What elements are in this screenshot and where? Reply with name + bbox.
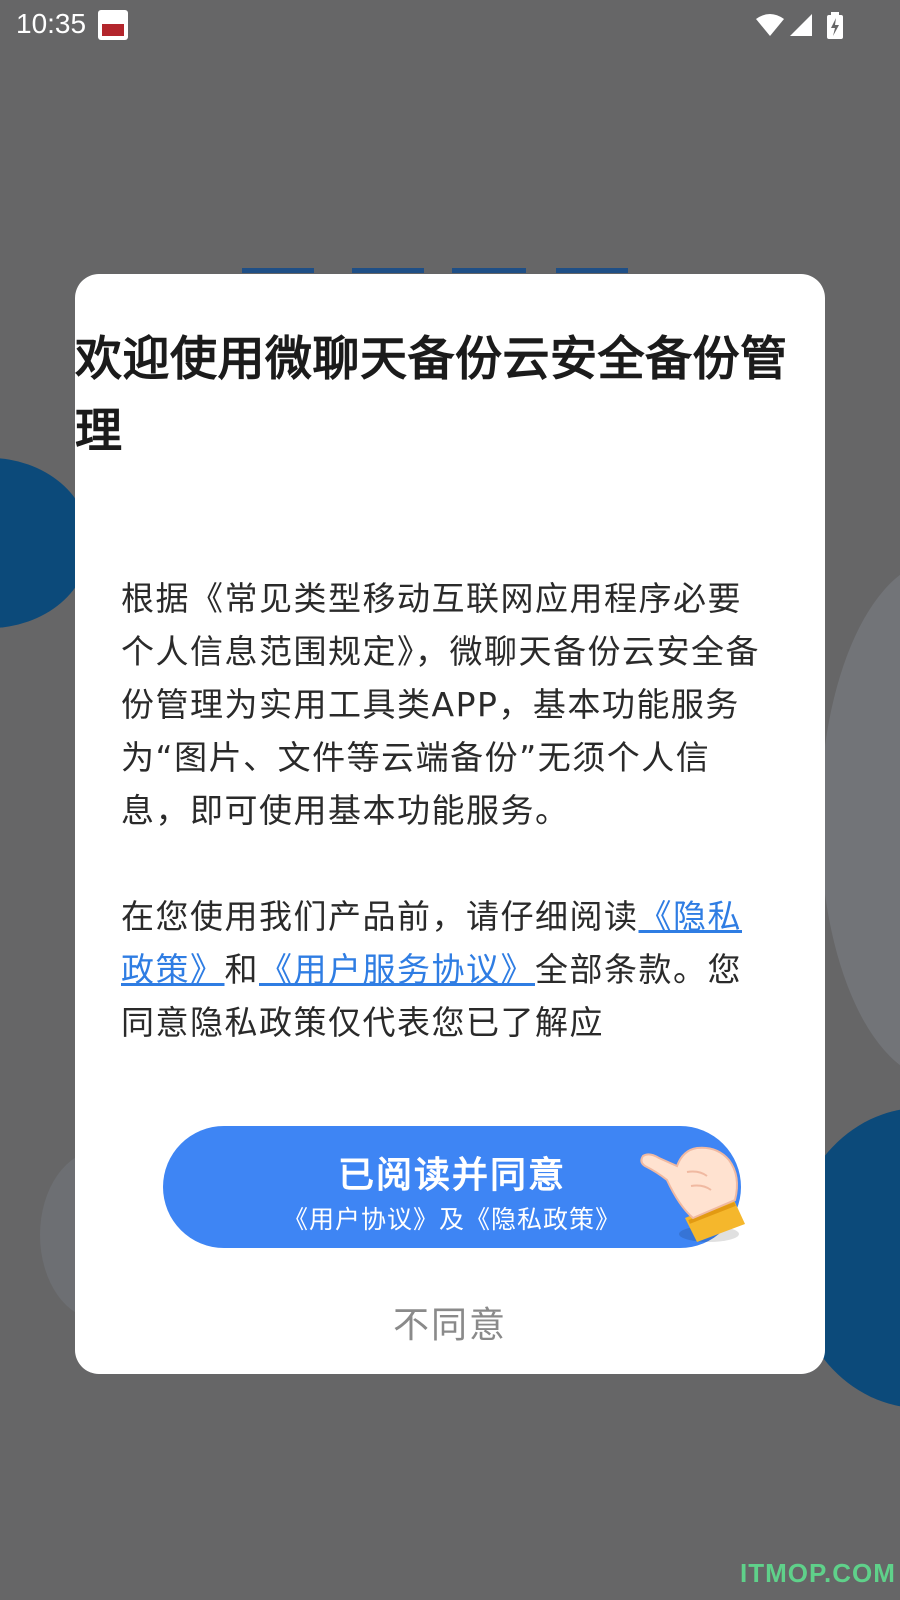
background-tab-strip — [556, 268, 628, 273]
wifi-icon — [756, 14, 784, 36]
dialog-body: 根据《常见类型移动互联网应用程序必要个人信息范围规定》，微聊天备份云安全备份管理… — [121, 572, 776, 1049]
background-tab-strip — [452, 268, 526, 273]
pointing-hand-icon — [640, 1146, 745, 1242]
consent-prefix-text: 在您使用我们产品前，请仔细阅读 — [121, 897, 639, 936]
dialog-paragraph-intro: 根据《常见类型移动互联网应用程序必要个人信息范围规定》，微聊天备份云安全备份管理… — [121, 579, 760, 830]
privacy-dialog: 欢迎使用微聊天备份云安全备份管理 根据《常见类型移动互联网应用程序必要个人信息范… — [75, 274, 825, 1374]
consent-connector-text: 和 — [224, 950, 259, 989]
status-time: 10:35 — [16, 8, 87, 39]
watermark-text: ITMOP.COM — [740, 1558, 896, 1588]
battery-charging-icon — [827, 12, 843, 39]
status-bar: 10:35 — [0, 0, 900, 50]
dialog-title: 欢迎使用微聊天备份云安全备份管理 — [75, 332, 788, 459]
notification-app-icon — [98, 10, 128, 40]
background-tab-strip — [242, 268, 314, 273]
dialog-paragraph-consent: 在您使用我们产品前，请仔细阅读《隐私政策》和《用户服务协议》全部条款。您同意隐私… — [121, 890, 776, 1049]
disagree-button[interactable]: 不同意 — [300, 1294, 600, 1350]
background-shape — [820, 560, 900, 1080]
user-agreement-link[interactable]: 《用户服务协议》 — [259, 950, 535, 989]
background-tab-strip — [352, 268, 424, 273]
signal-icon — [790, 14, 812, 36]
